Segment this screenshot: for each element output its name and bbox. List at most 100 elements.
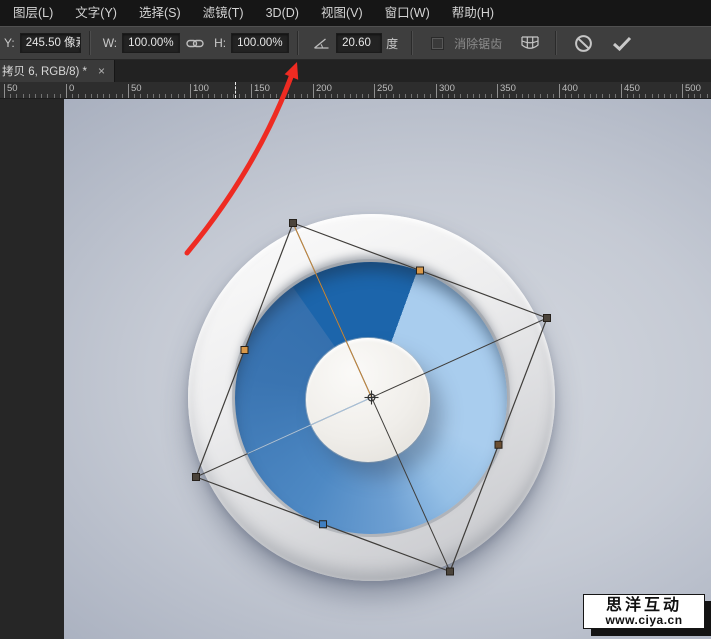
menu-item-2[interactable]: 文字(Y): [64, 0, 128, 26]
document-canvas[interactable]: [64, 99, 711, 639]
transform-handle-right[interactable]: [544, 315, 551, 322]
ruler-minor-tick: [319, 94, 320, 98]
ruler-minor-tick: [270, 94, 271, 98]
ruler-minor-tick: [214, 94, 215, 98]
ruler-label: 350: [500, 83, 516, 94]
ruler-minor-tick: [282, 94, 283, 98]
transform-handle-top[interactable]: [290, 220, 297, 227]
document-tab-title: 拷贝 6, RGB/8) *: [2, 63, 87, 79]
ruler-minor-tick: [91, 94, 92, 98]
ruler-minor-tick: [534, 94, 535, 98]
menu-item-3[interactable]: 选择(S): [128, 0, 192, 26]
ruler-minor-tick: [411, 94, 412, 98]
ruler-minor-tick: [153, 94, 154, 98]
link-dimensions-icon[interactable]: [186, 37, 204, 50]
ruler-minor-tick: [196, 94, 197, 98]
ruler-minor-tick: [29, 94, 30, 98]
ruler-minor-tick: [245, 94, 246, 98]
antialias-checkbox[interactable]: [431, 37, 444, 50]
ruler-minor-tick: [350, 94, 351, 98]
ruler-minor-tick: [547, 94, 548, 98]
width-percent-input[interactable]: 100.00%: [122, 33, 180, 53]
ruler-minor-tick: [233, 94, 234, 98]
menu-item-6[interactable]: 视图(V): [310, 0, 374, 26]
menu-item-1[interactable]: 图层(L): [2, 0, 64, 26]
ruler-minor-tick: [60, 94, 61, 98]
ruler-minor-tick: [516, 94, 517, 98]
menu-item-8[interactable]: 帮助(H): [441, 0, 505, 26]
horizontal-ruler[interactable]: 50050100150200250300350400450500: [0, 82, 711, 99]
ruler-minor-tick: [362, 94, 363, 98]
ruler-major-tick: [313, 84, 314, 98]
document-tab[interactable]: 拷贝 6, RGB/8) * ×: [0, 60, 115, 82]
ruler-minor-tick: [257, 94, 258, 98]
angle-unit-label: 度: [386, 35, 398, 52]
ruler-minor-tick: [344, 94, 345, 98]
ruler-minor-tick: [700, 94, 701, 98]
tab-close-icon[interactable]: ×: [98, 65, 105, 77]
ruler-minor-tick: [239, 94, 240, 98]
ruler-minor-tick: [565, 94, 566, 98]
rotation-angle-icon: [313, 36, 330, 50]
ruler-minor-tick: [670, 94, 671, 98]
ruler-minor-tick: [442, 94, 443, 98]
ruler-minor-tick: [16, 94, 17, 98]
ruler-minor-tick: [72, 94, 73, 98]
ruler-major-tick: [621, 84, 622, 98]
ruler-minor-tick: [103, 94, 104, 98]
rotation-angle-input[interactable]: 20.60: [336, 33, 382, 53]
ruler-minor-tick: [184, 94, 185, 98]
ruler-minor-tick: [633, 94, 634, 98]
ruler-major-tick: [682, 84, 683, 98]
transform-handle-bottom[interactable]: [447, 568, 454, 575]
ruler-minor-tick: [221, 94, 222, 98]
ruler-minor-tick: [473, 94, 474, 98]
watermark-brand-text: 思洋互动: [606, 597, 682, 614]
height-percent-input[interactable]: 100.00%: [231, 33, 289, 53]
menu-bar: 图层(L)文字(Y)选择(S)滤镜(T)3D(D)视图(V)窗口(W)帮助(H): [0, 0, 711, 26]
menu-item-4[interactable]: 滤镜(T): [192, 0, 255, 26]
ruler-minor-tick: [171, 94, 172, 98]
ruler-minor-tick: [454, 94, 455, 98]
antialias-label: 消除锯齿: [454, 35, 502, 52]
ruler-minor-tick: [467, 94, 468, 98]
ruler-minor-tick: [676, 94, 677, 98]
ruler-minor-tick: [664, 94, 665, 98]
warp-mode-toggle-icon[interactable]: [519, 35, 541, 52]
ruler-minor-tick: [540, 94, 541, 98]
ruler-major-tick: [128, 84, 129, 98]
ruler-minor-tick: [609, 94, 610, 98]
ruler-minor-tick: [578, 94, 579, 98]
ruler-minor-tick: [584, 94, 585, 98]
ruler-minor-tick: [448, 94, 449, 98]
ruler-minor-tick: [694, 94, 695, 98]
ruler-minor-tick: [202, 94, 203, 98]
transform-options-bar: Y: 245.50 像素 W: 100.00% H: 100.00% 20.60…: [0, 26, 711, 60]
width-field-label: W:: [103, 36, 117, 50]
ruler-minor-tick: [491, 94, 492, 98]
ruler-label: 450: [624, 83, 640, 94]
ruler-minor-tick: [116, 94, 117, 98]
ruler-label: 250: [377, 83, 393, 94]
ruler-minor-tick: [54, 94, 55, 98]
ruler-minor-tick: [35, 94, 36, 98]
ruler-minor-tick: [140, 94, 141, 98]
ruler-minor-tick: [405, 94, 406, 98]
y-position-input[interactable]: 245.50 像素: [20, 33, 81, 53]
watermark-url-text: www.ciya.cn: [605, 614, 682, 627]
ruler-minor-tick: [78, 94, 79, 98]
ruler-minor-tick: [109, 94, 110, 98]
ruler-label: 500: [685, 83, 701, 94]
document-tab-bar: 拷贝 6, RGB/8) * ×: [0, 60, 711, 82]
transform-handle-left[interactable]: [193, 474, 200, 481]
ruler-minor-tick: [393, 94, 394, 98]
cancel-transform-icon[interactable]: [574, 34, 593, 53]
ruler-minor-tick: [165, 94, 166, 98]
ruler-minor-tick: [503, 94, 504, 98]
menu-item-7[interactable]: 窗口(W): [374, 0, 441, 26]
ruler-label: 150: [254, 83, 270, 94]
y-field-label: Y:: [4, 36, 15, 50]
menu-item-5[interactable]: 3D(D): [255, 0, 310, 26]
ruler-minor-tick: [485, 94, 486, 98]
commit-transform-icon[interactable]: [611, 35, 633, 52]
